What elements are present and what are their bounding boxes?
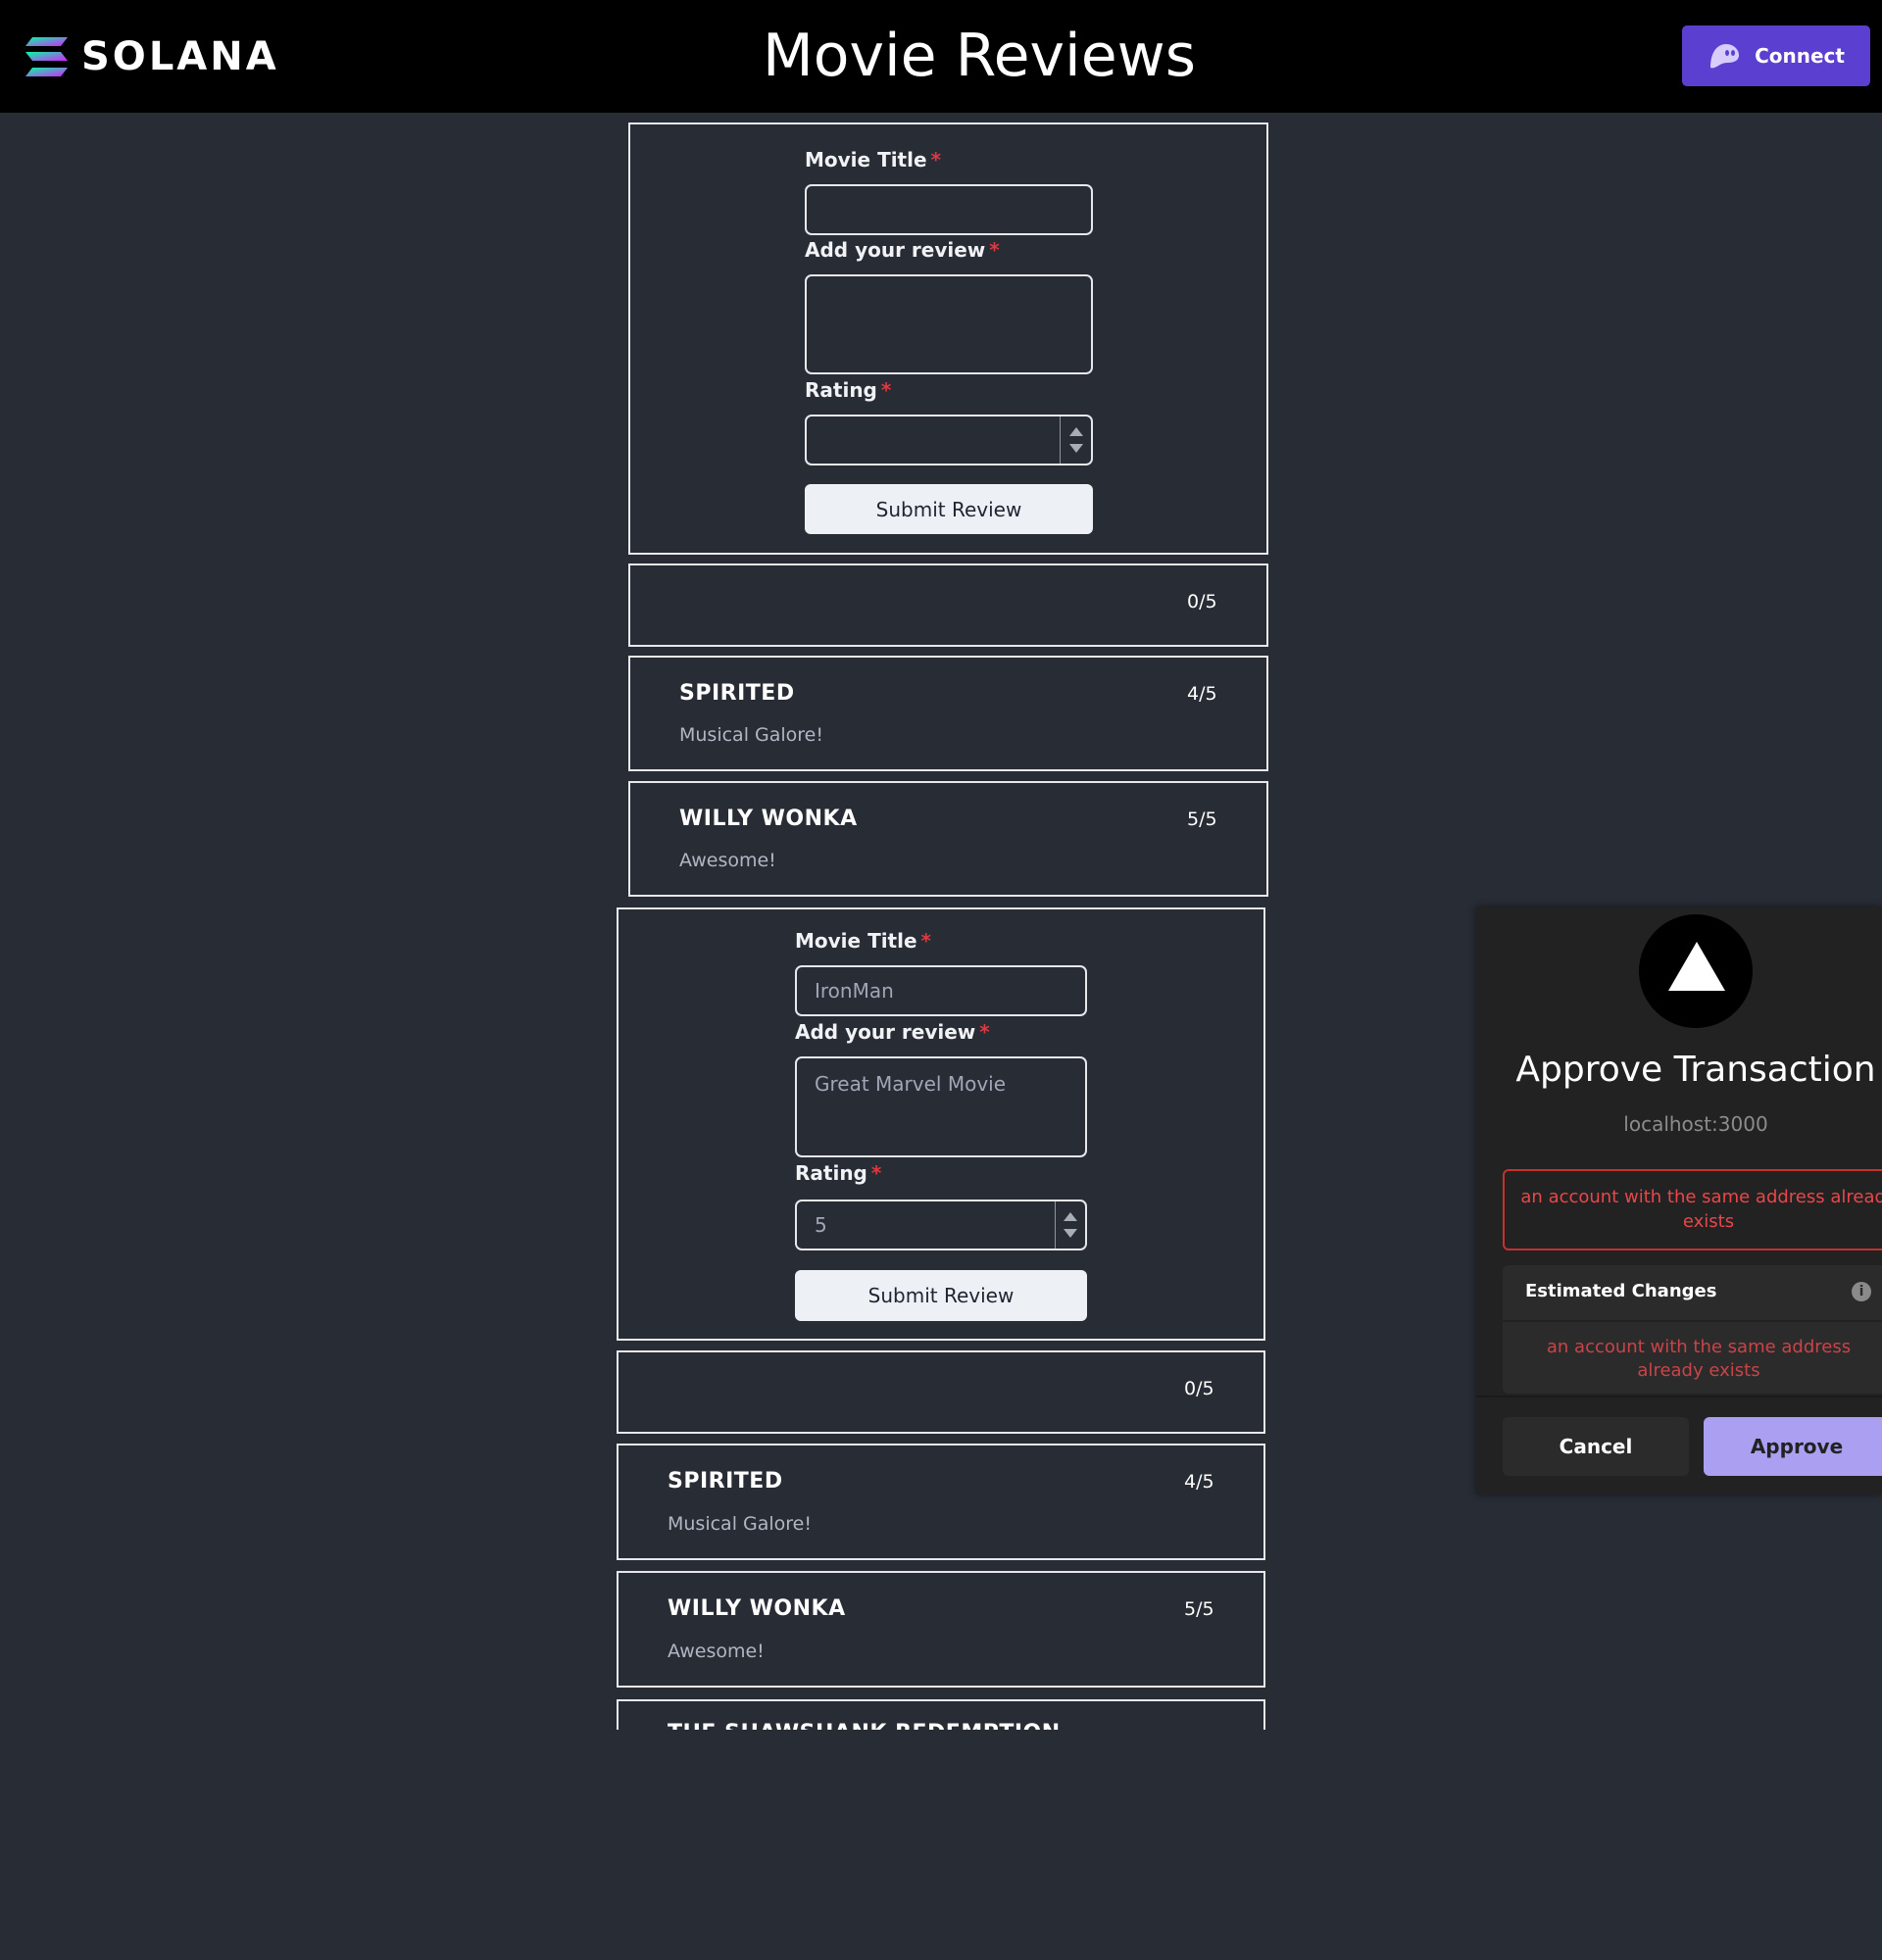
wallet-logo xyxy=(1639,914,1753,1028)
rating-label: Rating * xyxy=(805,378,891,402)
rating-label-text: Rating xyxy=(805,378,877,402)
movie-title-input[interactable] xyxy=(805,184,1093,235)
estimated-changes-panel: Estimated Changes i an account with the … xyxy=(1503,1265,1882,1394)
review-description: Musical Galore! xyxy=(679,724,823,746)
review-rating: 4/5 xyxy=(1184,1471,1214,1493)
review-rating: 4/5 xyxy=(1187,683,1217,705)
review-card: WILLY WONKA 5/5 Awesome! xyxy=(617,1571,1265,1688)
cancel-button[interactable]: Cancel xyxy=(1503,1417,1689,1476)
review-textarea[interactable]: Great Marvel Movie xyxy=(795,1056,1087,1157)
info-icon[interactable]: i xyxy=(1852,1282,1871,1301)
rating-input[interactable] xyxy=(795,1200,1087,1250)
review-title: SPIRITED xyxy=(679,681,795,706)
review-card: WILLY WONKA 5/5 Awesome! xyxy=(628,781,1268,897)
estimated-changes-title: Estimated Changes xyxy=(1525,1281,1717,1301)
popup-title: Approve Transaction xyxy=(1515,1050,1876,1090)
required-marker: * xyxy=(979,1020,990,1044)
submit-review-button[interactable]: Submit Review xyxy=(805,484,1093,534)
triangle-logo-icon xyxy=(1668,942,1725,991)
required-marker: * xyxy=(920,929,932,953)
review-title: SPIRITED xyxy=(668,1469,783,1494)
movie-title-label-text: Movie Title xyxy=(795,929,917,953)
review-label-text: Add your review xyxy=(795,1020,976,1044)
required-marker: * xyxy=(870,1161,882,1185)
review-form-panel: Movie Title* Add your review* Great Marv… xyxy=(617,907,1265,1341)
review-label: Add your review * xyxy=(795,1020,990,1044)
chevron-down-icon[interactable] xyxy=(1064,1229,1077,1238)
movie-title-input[interactable] xyxy=(795,965,1087,1016)
review-rating: 0/5 xyxy=(1184,1378,1214,1399)
phantom-ghost-icon xyxy=(1710,44,1740,69)
review-label-text: Add your review xyxy=(805,238,986,262)
movie-title-label: Movie Title * xyxy=(805,148,941,172)
movie-title-label-text: Movie Title xyxy=(805,148,927,172)
review-description: Musical Galore! xyxy=(668,1513,812,1535)
required-marker: * xyxy=(930,148,942,172)
origin-text: localhost:3000 xyxy=(1623,1112,1768,1136)
review-rating: 5/5 xyxy=(1187,808,1217,830)
connect-wallet-button[interactable]: Connect xyxy=(1682,25,1870,86)
page-title: Movie Reviews xyxy=(763,22,1196,90)
review-title: THE SHAWSHANK REDEMPTION xyxy=(668,1721,1061,1730)
required-marker: * xyxy=(989,238,1000,262)
connect-button-label: Connect xyxy=(1755,44,1845,68)
review-form-panel: Movie Title * Add your review * Rating * Su… xyxy=(628,122,1268,555)
review-card: 0/5 xyxy=(617,1350,1265,1434)
divider xyxy=(1503,1320,1882,1322)
review-card-clipped: THE SHAWSHANK REDEMPTION xyxy=(617,1699,1265,1730)
submit-review-button[interactable]: Submit Review xyxy=(795,1270,1087,1321)
rating-spinner[interactable] xyxy=(1055,1201,1085,1249)
error-message: an account with the same address already… xyxy=(1503,1169,1882,1250)
chevron-up-icon[interactable] xyxy=(1064,1212,1077,1221)
chevron-up-icon[interactable] xyxy=(1068,427,1083,436)
review-rating: 0/5 xyxy=(1187,591,1217,612)
review-card: SPIRITED 4/5 Musical Galore! xyxy=(617,1444,1265,1560)
review-rating: 5/5 xyxy=(1184,1598,1214,1620)
review-label: Add your review * xyxy=(805,238,1000,262)
rating-input[interactable] xyxy=(805,415,1093,466)
top-navbar: SOLANA Movie Reviews Connect xyxy=(0,0,1882,113)
approve-button[interactable]: Approve xyxy=(1704,1417,1882,1476)
chevron-down-icon[interactable] xyxy=(1068,444,1083,453)
review-card: 0/5 xyxy=(628,564,1268,647)
review-description: Awesome! xyxy=(668,1641,765,1662)
rating-label-text: Rating xyxy=(795,1161,867,1185)
review-title: WILLY WONKA xyxy=(679,807,858,831)
estimated-changes-error: an account with the same address already… xyxy=(1546,1337,1852,1381)
rating-label: Rating * xyxy=(795,1161,881,1185)
review-textarea[interactable] xyxy=(805,274,1093,374)
approve-transaction-popup: Approve Transaction localhost:3000 an ac… xyxy=(1476,906,1882,1494)
review-card: SPIRITED 4/5 Musical Galore! xyxy=(628,656,1268,771)
review-description: Awesome! xyxy=(679,850,776,871)
divider xyxy=(1476,1396,1882,1397)
required-marker: * xyxy=(880,378,892,402)
movie-title-label: Movie Title * xyxy=(795,929,931,953)
review-title: WILLY WONKA xyxy=(668,1596,846,1621)
rating-spinner[interactable] xyxy=(1060,416,1091,464)
